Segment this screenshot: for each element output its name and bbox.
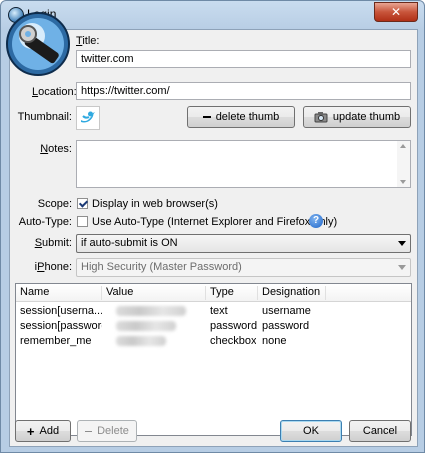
camera-icon xyxy=(314,112,328,123)
autotype-checkbox-label[interactable]: Use Auto-Type (Internet Explorer and Fir… xyxy=(92,216,337,228)
title-label: Title: xyxy=(76,35,100,47)
cell-designation: none xyxy=(262,335,287,347)
table-row[interactable]: session[password] password password xyxy=(16,319,411,334)
app-key-icon xyxy=(6,12,70,76)
cancel-button[interactable]: Cancel xyxy=(349,420,411,442)
cell-value-obscured xyxy=(116,321,176,331)
thumbnail-image[interactable] xyxy=(76,106,100,130)
delete-thumb-button[interactable]: delete thumb xyxy=(187,106,295,128)
cell-name: session[userna... xyxy=(20,305,102,317)
column-header-name[interactable]: Name xyxy=(16,286,102,300)
minus-icon xyxy=(202,116,211,118)
table-row[interactable]: remember_me checkbox none xyxy=(16,334,411,349)
ok-button[interactable]: OK xyxy=(280,420,342,442)
scope-checkbox[interactable] xyxy=(77,198,88,209)
cell-value-obscured xyxy=(116,336,166,346)
cell-name: remember_me xyxy=(20,335,92,347)
close-icon: ✕ xyxy=(390,5,402,19)
close-button[interactable]: ✕ xyxy=(374,2,418,22)
cell-type: text xyxy=(210,305,228,317)
notes-scrollbar[interactable] xyxy=(397,141,410,187)
chevron-down-icon xyxy=(398,265,406,270)
plus-icon: + xyxy=(26,423,35,439)
fields-list[interactable]: Name Value Type Designation session[user… xyxy=(15,283,412,436)
login-window: Login ✕ Title: twitter.com Location: htt… xyxy=(0,0,425,453)
thumbnail-label: Thumbnail: xyxy=(17,111,72,123)
column-header-value[interactable]: Value xyxy=(102,286,206,300)
notes-field[interactable] xyxy=(76,140,411,188)
submit-label: Submit: xyxy=(34,237,72,249)
list-header: Name Value Type Designation xyxy=(16,284,411,302)
autotype-label: Auto-Type: xyxy=(18,216,72,228)
autotype-checkbox[interactable] xyxy=(77,216,88,227)
table-row[interactable]: session[userna... text username xyxy=(16,304,411,319)
scope-label: Scope: xyxy=(37,198,72,210)
cell-type: password xyxy=(210,320,258,332)
minus-icon xyxy=(85,430,93,432)
cell-designation: username xyxy=(262,305,311,317)
twitter-bird-icon xyxy=(81,111,95,123)
update-thumb-button[interactable]: update thumb xyxy=(303,106,411,128)
location-field[interactable]: https://twitter.com/ xyxy=(76,82,411,100)
cell-value-obscured xyxy=(116,306,186,316)
chevron-down-icon xyxy=(398,241,406,246)
submit-select[interactable]: if auto-submit is ON xyxy=(76,234,411,253)
delete-button[interactable]: Delete xyxy=(77,420,137,442)
dialog-body: Title: twitter.com Location: https://twi… xyxy=(6,12,418,447)
cell-type: checkbox xyxy=(210,335,257,347)
cell-name: session[password] xyxy=(20,320,102,332)
cell-designation: password xyxy=(262,320,310,332)
iphone-select: High Security (Master Password) xyxy=(76,258,411,277)
column-header-designation[interactable]: Designation xyxy=(258,286,326,300)
column-header-type[interactable]: Type xyxy=(206,286,258,300)
help-icon[interactable]: ? xyxy=(309,214,323,228)
add-button[interactable]: + Add xyxy=(15,420,71,442)
title-field[interactable]: twitter.com xyxy=(76,50,411,68)
iphone-label: iPhone: xyxy=(34,261,72,273)
notes-label: Notes: xyxy=(40,143,72,155)
location-label: Location: xyxy=(32,86,77,98)
scope-checkbox-label[interactable]: Display in web browser(s) xyxy=(92,198,218,210)
